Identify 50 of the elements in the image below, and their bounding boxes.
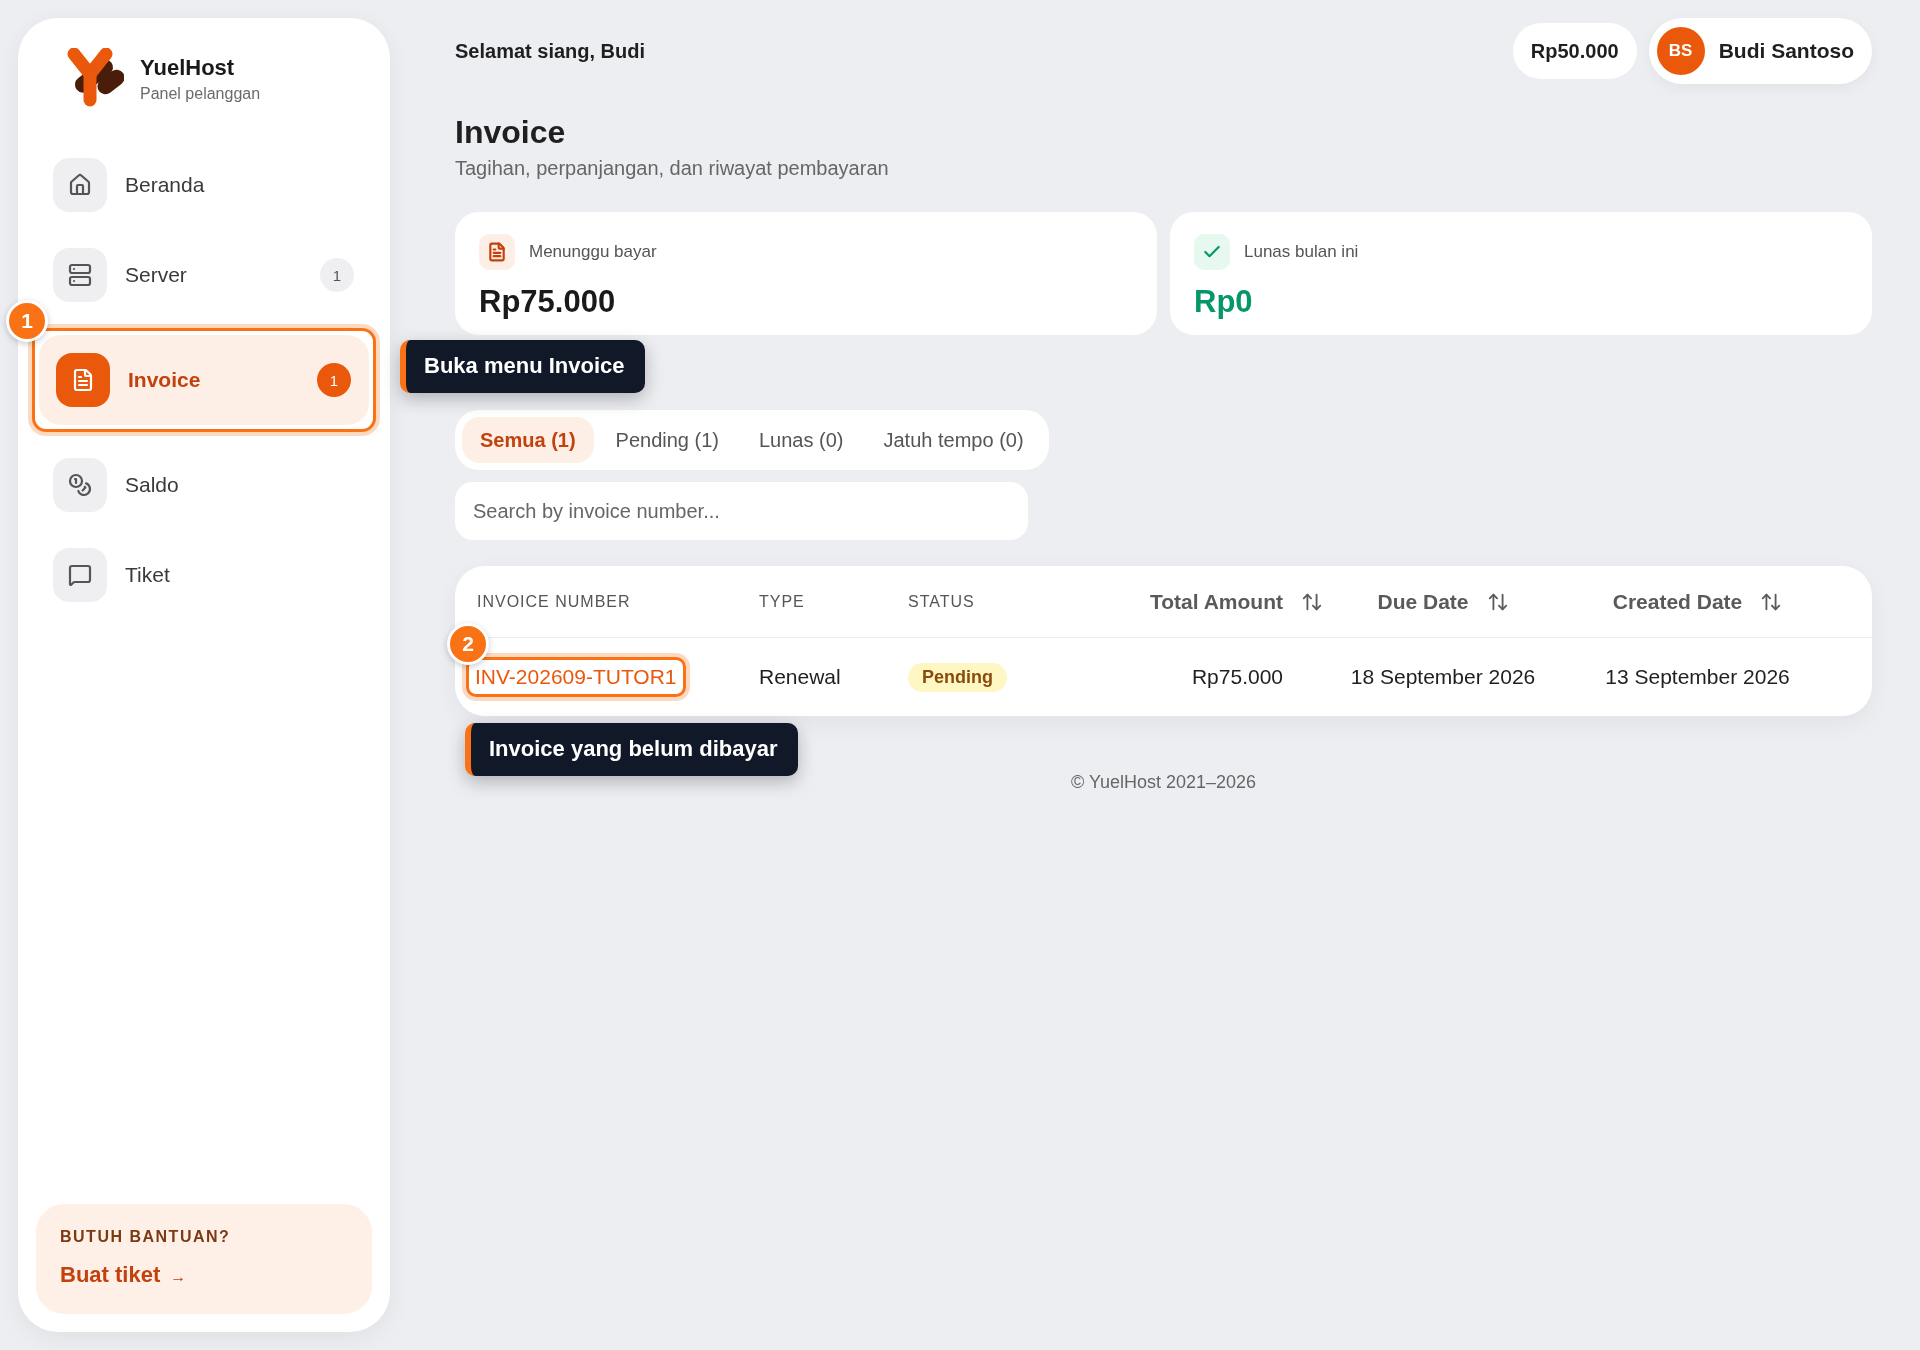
coins-icon	[53, 458, 107, 512]
status-badge: Pending	[908, 662, 1007, 692]
count-badge: 1	[320, 258, 354, 292]
invoice-icon	[56, 353, 110, 407]
create-ticket-link[interactable]: Buat tiket →	[60, 1262, 187, 1288]
sidebar-item[interactable]: Server 1	[36, 248, 372, 302]
filter-tab[interactable]: Lunas (0)	[741, 417, 862, 463]
column-header[interactable]: Created Date	[1612, 589, 1783, 614]
table-cell: 13 September 2026	[1605, 665, 1790, 689]
footer-text: © YuelHost 2021–2026	[1069, 772, 1258, 793]
chat-icon	[53, 548, 107, 602]
column-header: INVOICE NUMBER	[477, 592, 631, 611]
check-icon	[1194, 234, 1230, 270]
step-badge: 2	[447, 623, 489, 666]
stat-label: Menunggu bayar	[529, 242, 657, 262]
sidebar-item[interactable]: Beranda	[36, 158, 372, 212]
sidebar-item[interactable]: Tiket	[36, 548, 372, 602]
stat-value: Rp0	[1194, 284, 1254, 320]
column-header[interactable]: Due Date	[1377, 589, 1509, 614]
filter-tab[interactable]: Pending (1)	[597, 417, 737, 463]
column-header: STATUS	[908, 592, 975, 611]
column-header[interactable]: Total Amount	[1150, 589, 1323, 614]
table-cell: Renewal	[759, 665, 841, 689]
brand-name: YuelHost	[140, 55, 236, 81]
server-icon	[53, 248, 107, 302]
column-header: TYPE	[759, 592, 805, 611]
brand-subtitle: Panel pelanggan	[140, 85, 261, 103]
tour-tooltip: Buka menu Invoice	[400, 340, 645, 393]
filter-tab[interactable]: Semua (1)	[462, 417, 594, 463]
tour-tooltip: Invoice yang belum dibayar	[465, 722, 798, 776]
sidebar-item[interactable]: Saldo	[36, 458, 372, 512]
table-cell: 18 September 2026	[1350, 665, 1536, 689]
sidebar-item[interactable]: Invoice 1	[39, 335, 369, 425]
help-title: BUTUH BANTUAN?	[60, 1228, 232, 1246]
count-badge: 1	[317, 363, 351, 397]
table-cell: Rp75.000	[1191, 665, 1283, 689]
stat-label: Lunas bulan ini	[1244, 242, 1359, 262]
document-icon	[479, 234, 515, 270]
page-subtitle: Tagihan, perpanjangan, dan riwayat pembayaran	[455, 157, 890, 180]
filter-tab[interactable]: Jatuh tempo (0)	[865, 417, 1042, 463]
greeting: Selamat siang, Budi	[455, 39, 646, 63]
search-field[interactable]: Search by invoice number...	[455, 482, 1028, 540]
invoice-number-link[interactable]: INV-202609-TUTOR1	[466, 657, 686, 697]
user-menu[interactable]: BS Budi Santoso	[1648, 18, 1872, 84]
balance-pill: Rp50.000	[1512, 23, 1637, 79]
avatar: BS	[1656, 27, 1705, 75]
page-title: Invoice	[455, 114, 567, 151]
home-icon	[53, 158, 107, 212]
step-badge: 1	[6, 300, 48, 342]
stat-value: Rp75.000	[479, 284, 617, 320]
